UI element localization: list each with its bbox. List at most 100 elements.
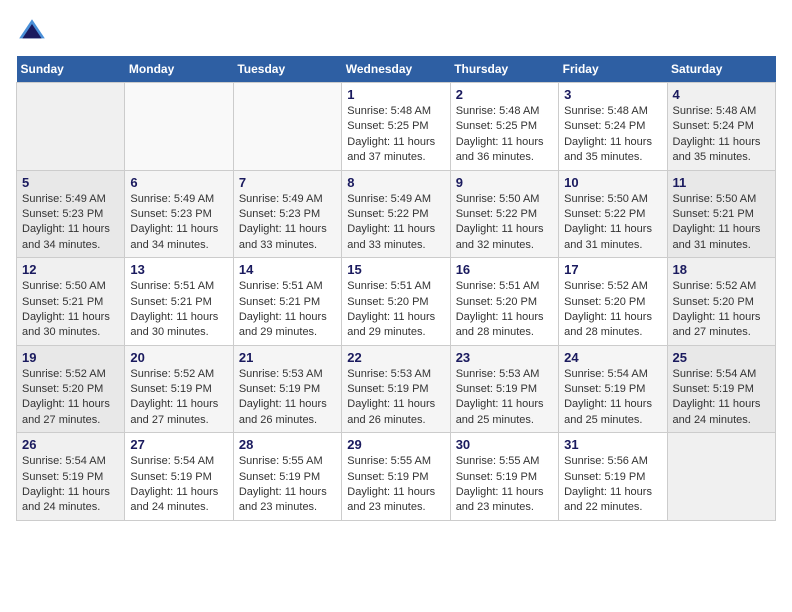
sunrise: Sunrise: 5:53 AM (347, 368, 431, 380)
day-cell-5: 5 Sunrise: 5:49 AM Sunset: 5:23 PM Dayli… (17, 170, 125, 258)
daylight: Daylight: 11 hours and 31 minutes. (673, 223, 761, 250)
daylight: Daylight: 11 hours and 29 minutes. (239, 311, 327, 338)
sunrise: Sunrise: 5:48 AM (673, 105, 757, 117)
daylight: Daylight: 11 hours and 23 minutes. (456, 486, 544, 513)
day-info: Sunrise: 5:48 AM Sunset: 5:25 PM Dayligh… (456, 104, 553, 166)
day-cell-6: 6 Sunrise: 5:49 AM Sunset: 5:23 PM Dayli… (125, 170, 233, 258)
daylight: Daylight: 11 hours and 30 minutes. (22, 311, 110, 338)
calendar-week-3: 12 Sunrise: 5:50 AM Sunset: 5:21 PM Dayl… (17, 258, 776, 346)
daylight: Daylight: 11 hours and 23 minutes. (347, 486, 435, 513)
sunset: Sunset: 5:24 PM (673, 120, 754, 132)
day-info: Sunrise: 5:51 AM Sunset: 5:20 PM Dayligh… (456, 279, 553, 341)
day-info: Sunrise: 5:54 AM Sunset: 5:19 PM Dayligh… (130, 454, 227, 516)
day-header-friday: Friday (559, 56, 667, 83)
sunrise: Sunrise: 5:54 AM (22, 455, 106, 467)
daylight: Daylight: 11 hours and 24 minutes. (22, 486, 110, 513)
sunset: Sunset: 5:23 PM (130, 208, 211, 220)
day-cell-28: 28 Sunrise: 5:55 AM Sunset: 5:19 PM Dayl… (233, 433, 341, 521)
daylight: Daylight: 11 hours and 24 minutes. (130, 486, 218, 513)
day-info: Sunrise: 5:51 AM Sunset: 5:21 PM Dayligh… (239, 279, 336, 341)
daylight: Daylight: 11 hours and 23 minutes. (239, 486, 327, 513)
day-cell-2: 2 Sunrise: 5:48 AM Sunset: 5:25 PM Dayli… (450, 83, 558, 171)
day-number: 20 (130, 350, 227, 365)
sunset: Sunset: 5:19 PM (22, 471, 103, 483)
sunset: Sunset: 5:22 PM (564, 208, 645, 220)
day-info: Sunrise: 5:54 AM Sunset: 5:19 PM Dayligh… (564, 367, 661, 429)
daylight: Daylight: 11 hours and 25 minutes. (456, 398, 544, 425)
sunset: Sunset: 5:19 PM (456, 383, 537, 395)
sunrise: Sunrise: 5:52 AM (22, 368, 106, 380)
sunrise: Sunrise: 5:51 AM (130, 280, 214, 292)
day-header-wednesday: Wednesday (342, 56, 450, 83)
day-cell-10: 10 Sunrise: 5:50 AM Sunset: 5:22 PM Dayl… (559, 170, 667, 258)
sunset: Sunset: 5:19 PM (347, 471, 428, 483)
sunset: Sunset: 5:21 PM (22, 296, 103, 308)
day-cell-29: 29 Sunrise: 5:55 AM Sunset: 5:19 PM Dayl… (342, 433, 450, 521)
day-number: 24 (564, 350, 661, 365)
sunrise: Sunrise: 5:49 AM (22, 193, 106, 205)
day-header-tuesday: Tuesday (233, 56, 341, 83)
day-cell-15: 15 Sunrise: 5:51 AM Sunset: 5:20 PM Dayl… (342, 258, 450, 346)
day-number: 7 (239, 175, 336, 190)
empty-cell (233, 83, 341, 171)
day-number: 31 (564, 437, 661, 452)
sunrise: Sunrise: 5:54 AM (564, 368, 648, 380)
sunset: Sunset: 5:24 PM (564, 120, 645, 132)
sunrise: Sunrise: 5:48 AM (347, 105, 431, 117)
daylight: Daylight: 11 hours and 25 minutes. (564, 398, 652, 425)
day-cell-11: 11 Sunrise: 5:50 AM Sunset: 5:21 PM Dayl… (667, 170, 775, 258)
day-number: 30 (456, 437, 553, 452)
day-cell-19: 19 Sunrise: 5:52 AM Sunset: 5:20 PM Dayl… (17, 345, 125, 433)
sunset: Sunset: 5:19 PM (130, 471, 211, 483)
daylight: Daylight: 11 hours and 29 minutes. (347, 311, 435, 338)
day-cell-26: 26 Sunrise: 5:54 AM Sunset: 5:19 PM Dayl… (17, 433, 125, 521)
day-info: Sunrise: 5:53 AM Sunset: 5:19 PM Dayligh… (347, 367, 444, 429)
day-info: Sunrise: 5:54 AM Sunset: 5:19 PM Dayligh… (22, 454, 119, 516)
day-info: Sunrise: 5:55 AM Sunset: 5:19 PM Dayligh… (456, 454, 553, 516)
day-info: Sunrise: 5:49 AM Sunset: 5:23 PM Dayligh… (130, 192, 227, 254)
day-cell-4: 4 Sunrise: 5:48 AM Sunset: 5:24 PM Dayli… (667, 83, 775, 171)
day-number: 27 (130, 437, 227, 452)
daylight: Daylight: 11 hours and 24 minutes. (673, 398, 761, 425)
day-number: 17 (564, 262, 661, 277)
day-cell-12: 12 Sunrise: 5:50 AM Sunset: 5:21 PM Dayl… (17, 258, 125, 346)
sunset: Sunset: 5:19 PM (564, 471, 645, 483)
daylight: Daylight: 11 hours and 28 minutes. (456, 311, 544, 338)
sunrise: Sunrise: 5:53 AM (456, 368, 540, 380)
day-number: 14 (239, 262, 336, 277)
day-header-sunday: Sunday (17, 56, 125, 83)
day-info: Sunrise: 5:52 AM Sunset: 5:20 PM Dayligh… (22, 367, 119, 429)
day-info: Sunrise: 5:53 AM Sunset: 5:19 PM Dayligh… (239, 367, 336, 429)
sunrise: Sunrise: 5:48 AM (456, 105, 540, 117)
day-cell-24: 24 Sunrise: 5:54 AM Sunset: 5:19 PM Dayl… (559, 345, 667, 433)
sunrise: Sunrise: 5:55 AM (239, 455, 323, 467)
daylight: Daylight: 11 hours and 34 minutes. (22, 223, 110, 250)
day-info: Sunrise: 5:49 AM Sunset: 5:22 PM Dayligh… (347, 192, 444, 254)
day-info: Sunrise: 5:48 AM Sunset: 5:24 PM Dayligh… (673, 104, 770, 166)
sunset: Sunset: 5:19 PM (673, 383, 754, 395)
sunrise: Sunrise: 5:52 AM (130, 368, 214, 380)
day-info: Sunrise: 5:51 AM Sunset: 5:20 PM Dayligh… (347, 279, 444, 341)
day-cell-18: 18 Sunrise: 5:52 AM Sunset: 5:20 PM Dayl… (667, 258, 775, 346)
day-number: 5 (22, 175, 119, 190)
day-number: 10 (564, 175, 661, 190)
calendar-week-1: 1 Sunrise: 5:48 AM Sunset: 5:25 PM Dayli… (17, 83, 776, 171)
sunset: Sunset: 5:20 PM (22, 383, 103, 395)
daylight: Daylight: 11 hours and 35 minutes. (673, 136, 761, 163)
sunrise: Sunrise: 5:48 AM (564, 105, 648, 117)
empty-cell (125, 83, 233, 171)
sunset: Sunset: 5:25 PM (456, 120, 537, 132)
daylight: Daylight: 11 hours and 37 minutes. (347, 136, 435, 163)
sunrise: Sunrise: 5:55 AM (456, 455, 540, 467)
sunset: Sunset: 5:19 PM (239, 471, 320, 483)
sunrise: Sunrise: 5:49 AM (239, 193, 323, 205)
logo-icon (16, 16, 48, 48)
day-cell-17: 17 Sunrise: 5:52 AM Sunset: 5:20 PM Dayl… (559, 258, 667, 346)
daylight: Daylight: 11 hours and 27 minutes. (22, 398, 110, 425)
daylight: Daylight: 11 hours and 33 minutes. (239, 223, 327, 250)
sunrise: Sunrise: 5:50 AM (673, 193, 757, 205)
daylight: Daylight: 11 hours and 36 minutes. (456, 136, 544, 163)
sunrise: Sunrise: 5:54 AM (130, 455, 214, 467)
sunset: Sunset: 5:20 PM (347, 296, 428, 308)
day-info: Sunrise: 5:50 AM Sunset: 5:21 PM Dayligh… (22, 279, 119, 341)
